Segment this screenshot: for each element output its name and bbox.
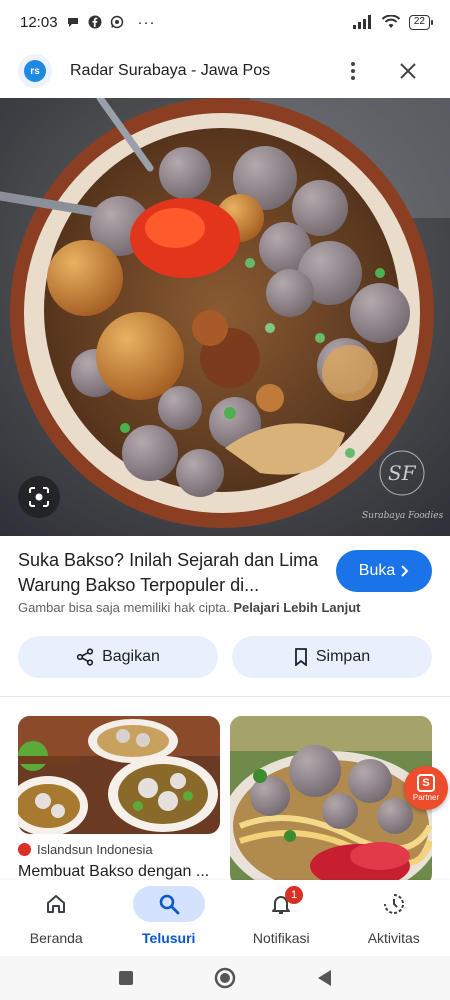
search-icon	[159, 894, 180, 915]
system-navigation-bar	[0, 956, 450, 1000]
bottom-navigation: Beranda Telusuri 1 Notifikasi Aktivitas	[0, 880, 450, 956]
nav-label-notifikasi: Notifikasi	[252, 930, 310, 946]
partner-label: Partner	[412, 793, 440, 802]
battery-icon: 22	[408, 14, 434, 30]
lens-search-button[interactable]	[18, 476, 60, 518]
save-label: Simpan	[315, 648, 371, 665]
chat-bubble-icon	[67, 18, 78, 27]
nav-label-beranda: Beranda	[29, 930, 83, 946]
nav-label-telusuri: Telusuri	[142, 930, 196, 946]
action-buttons: Bagikan Simpan	[18, 636, 432, 678]
status-bar: 12:03 ··· 22	[0, 0, 450, 44]
wifi-icon	[381, 15, 401, 28]
whatsapp-icon	[110, 15, 123, 29]
divider	[0, 696, 450, 697]
watermark-logo: SF	[388, 461, 417, 485]
share-icon	[76, 648, 94, 666]
nav-label-aktivitas: Aktivitas	[367, 930, 420, 946]
site-logo: rs	[18, 54, 52, 88]
site-logo-mark: rs	[24, 60, 46, 82]
notification-badge: 1	[285, 886, 303, 904]
share-label: Bagikan	[102, 648, 160, 665]
related-card-source: Islandsun Indonesia	[18, 842, 220, 857]
article-title-row: Suka Bakso? Inilah Sejarah dan Lima Waru…	[18, 548, 432, 598]
nav-pill	[20, 886, 92, 922]
more-vert-icon	[351, 62, 355, 80]
article-title[interactable]: Suka Bakso? Inilah Sejarah dan Lima Waru…	[18, 548, 328, 598]
watermark-caption: Surabaya Foodies	[362, 511, 444, 521]
save-button[interactable]: Simpan	[232, 636, 432, 678]
app-header: rs Radar Surabaya - Jawa Pos	[0, 44, 450, 98]
close-icon	[400, 63, 416, 79]
related-card[interactable]	[230, 716, 432, 886]
nav-pill	[245, 886, 317, 922]
home-icon	[47, 895, 66, 913]
nav-pill	[132, 886, 205, 922]
site-title[interactable]: Radar Surabaya - Jawa Pos	[70, 62, 270, 80]
back-button[interactable]	[316, 969, 332, 987]
recent-apps-button[interactable]	[118, 970, 134, 986]
related-card[interactable]: Islandsun Indonesia Membuat Bakso dengan…	[18, 716, 220, 881]
nav-pill	[358, 886, 430, 922]
close-button[interactable]	[393, 56, 423, 86]
bakso-bowls-thumbnail	[18, 716, 220, 834]
open-button[interactable]: Buka	[336, 550, 432, 592]
related-card-title[interactable]: Membuat Bakso dengan ...	[18, 863, 220, 881]
partner-badge[interactable]: S Partner	[404, 766, 448, 810]
related-card-image[interactable]	[230, 716, 432, 886]
chevron-right-icon	[401, 565, 409, 577]
nav-item-aktivitas[interactable]: Aktivitas	[338, 880, 450, 956]
related-card-image[interactable]	[18, 716, 220, 834]
status-time: 12:03	[20, 13, 58, 31]
copyright-notice: Gambar bisa saja memiliki hak cipta. Pel…	[18, 600, 360, 615]
source-logo-icon	[18, 843, 31, 856]
bakso-bowl-illustration: SF Surabaya Foodies	[0, 98, 450, 536]
more-notifications-icon: ···	[137, 13, 156, 31]
bookmark-icon	[294, 648, 307, 666]
home-button[interactable]	[214, 967, 236, 989]
share-button[interactable]: Bagikan	[18, 636, 218, 678]
lens-icon	[29, 487, 49, 507]
nav-item-telusuri[interactable]: Telusuri	[113, 880, 226, 956]
more-options-button[interactable]	[338, 56, 368, 86]
activity-icon	[383, 894, 404, 914]
shopee-icon: S	[417, 774, 435, 792]
learn-more-link[interactable]: Pelajari Lebih Lanjut	[233, 600, 360, 615]
signal-icon	[352, 15, 371, 29]
open-button-label: Buka	[358, 562, 396, 579]
bakso-noodles-thumbnail	[230, 716, 432, 886]
facebook-icon	[88, 15, 102, 29]
bakso-image[interactable]: SF Surabaya Foodies	[0, 98, 450, 536]
related-card-source-name: Islandsun Indonesia	[37, 842, 153, 857]
nav-item-notifikasi[interactable]: 1 Notifikasi	[225, 880, 338, 956]
copyright-text: Gambar bisa saja memiliki hak cipta.	[18, 600, 230, 615]
nav-item-beranda[interactable]: Beranda	[0, 880, 113, 956]
